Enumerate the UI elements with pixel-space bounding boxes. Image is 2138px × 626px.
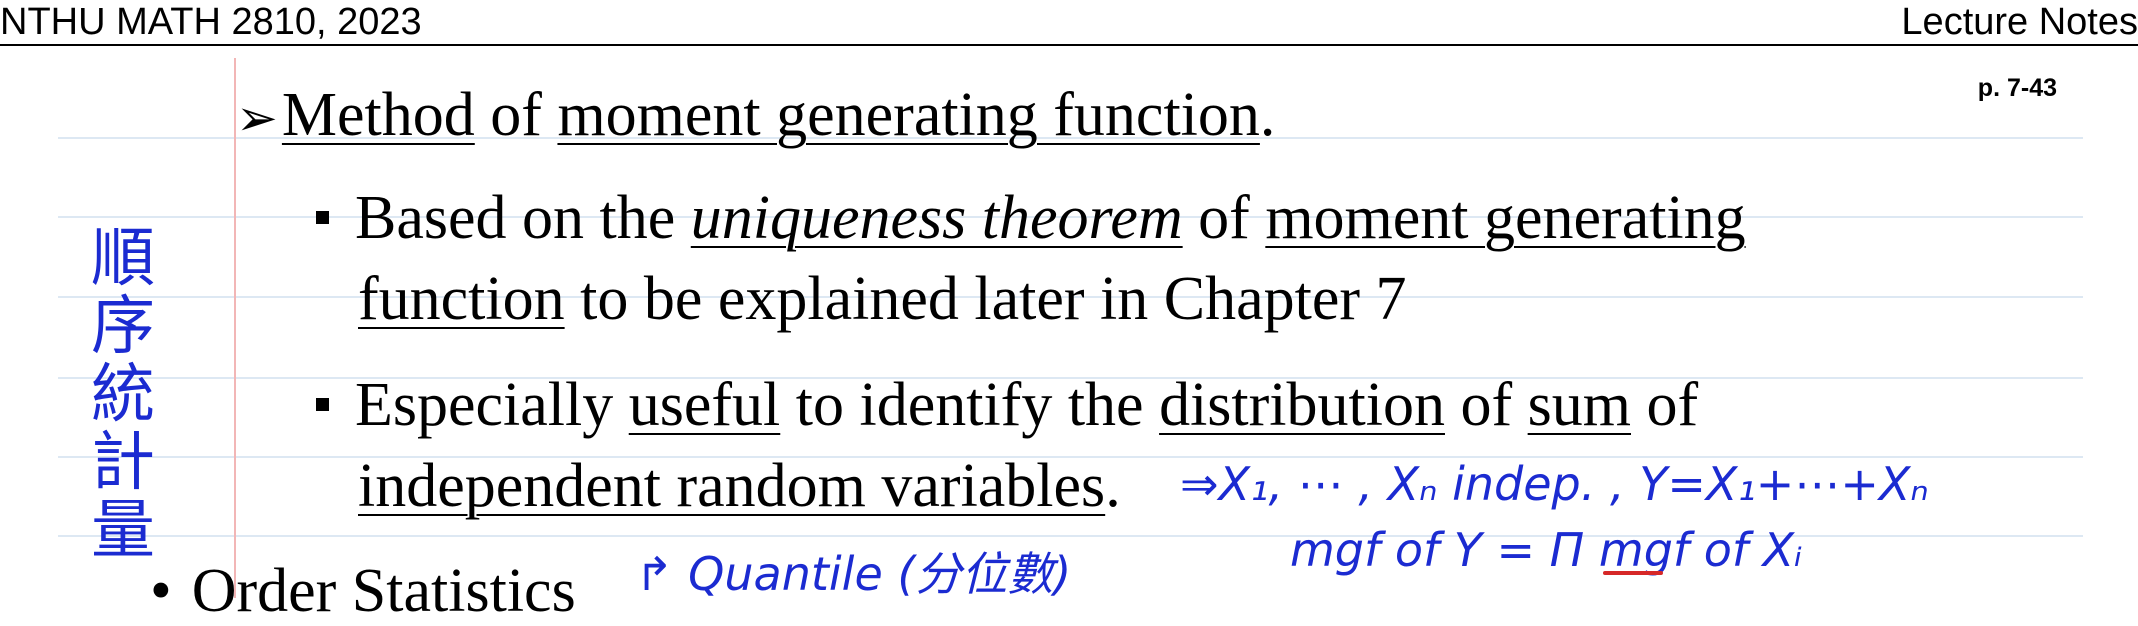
order-statistics-line: • Order Statistics (150, 557, 576, 625)
bullet-2-line-1: Especially useful to identify the distri… (316, 370, 1698, 440)
handwritten-quantile-note: ↱ Quantile (分位數) (635, 547, 1072, 601)
square-bullet-icon (316, 398, 329, 412)
bullet-2-line-2: independent random variables. (358, 452, 1121, 520)
section-heading: ➢Method of moment generating function. (236, 81, 1276, 149)
red-underline (1603, 571, 1663, 575)
bullet-1-line-1: Based on the uniqueness theorem of momen… (316, 183, 1746, 253)
handwritten-mgf-note: mgf of Y = Π mgf of Xᵢ (1290, 523, 1803, 577)
bullet-1-line-2: function to be explained later in Chapte… (358, 265, 1407, 333)
course-title: NTHU MATH 2810, 2023 (0, 1, 422, 43)
page-number: p. 7-43 (1977, 74, 2057, 102)
handwritten-vertical-note: 順 序 統 計 量 (91, 222, 155, 568)
square-bullet-icon (316, 211, 329, 225)
lecture-notes-label: Lecture Notes (1901, 1, 2138, 43)
handwritten-indep-note: ⇒X₁, ⋯ , Xₙ indep. , Y=X₁+⋯+Xₙ (1180, 457, 1929, 511)
arrow-bullet-icon: ➢ (236, 89, 278, 147)
page-header: NTHU MATH 2810, 2023 Lecture Notes (0, 0, 2138, 46)
